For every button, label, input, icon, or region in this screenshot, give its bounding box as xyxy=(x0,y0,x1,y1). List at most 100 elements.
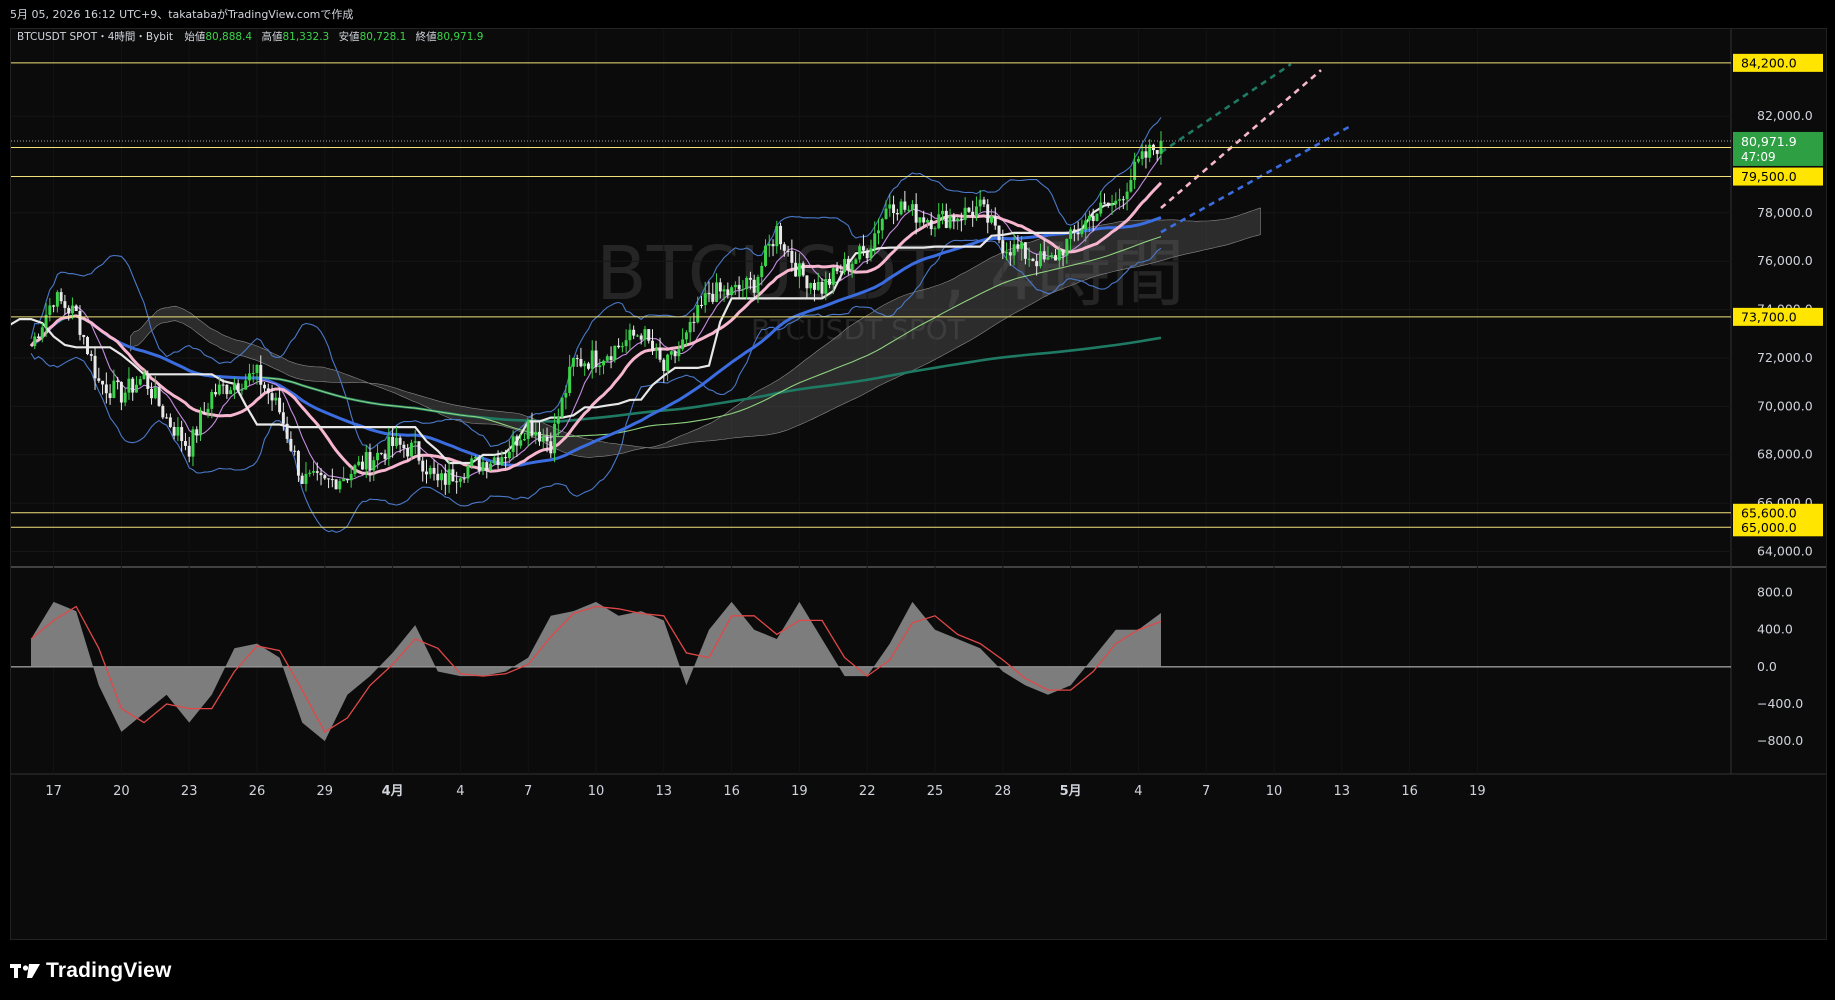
candle-body xyxy=(571,358,575,367)
candle-body xyxy=(771,244,775,247)
candle-body xyxy=(232,383,236,391)
time-tick-label: 25 xyxy=(927,784,944,799)
osc-tick-label: 400.0 xyxy=(1757,622,1793,637)
candle-body xyxy=(500,457,504,466)
price-tick-label: 64,000.0 xyxy=(1757,543,1813,558)
candle-body xyxy=(67,307,71,314)
candle-body xyxy=(319,472,323,476)
candle-body xyxy=(1133,161,1137,181)
candle-body xyxy=(74,305,78,312)
chart-area[interactable]: BTCUSDT, 4時間 BTCUSDT SPOT 64,000.0 66,000… xyxy=(0,28,1827,940)
candle-body xyxy=(37,336,41,339)
candle-body xyxy=(78,311,82,335)
candle-body xyxy=(55,292,59,307)
candle-body xyxy=(1005,252,1009,254)
candle-body xyxy=(843,258,847,272)
candle-body xyxy=(1008,252,1012,256)
candle-body xyxy=(1129,180,1133,192)
footer[interactable]: TradingView xyxy=(10,958,172,984)
candle-body xyxy=(681,339,685,350)
candle-body xyxy=(327,478,331,480)
time-tick-label: 26 xyxy=(249,784,266,799)
candle-body xyxy=(628,329,632,341)
candle-body xyxy=(138,379,142,385)
candle-body xyxy=(82,334,86,338)
candle-body xyxy=(760,265,764,277)
candle-body xyxy=(937,214,941,229)
candle-body xyxy=(255,364,259,373)
candle-body xyxy=(733,284,737,288)
chart-svg[interactable]: BTCUSDT, 4時間 BTCUSDT SPOT 64,000.066,000… xyxy=(0,29,1826,939)
candle-body xyxy=(417,441,421,461)
candle-body xyxy=(560,397,564,418)
candle-body xyxy=(466,466,470,479)
candle-body xyxy=(1050,255,1054,258)
candle-body xyxy=(982,199,986,205)
candle-body xyxy=(289,438,293,451)
candle-body xyxy=(794,262,798,277)
candle-body xyxy=(624,340,628,347)
candle-body xyxy=(123,392,127,403)
candle-body xyxy=(93,355,97,379)
legend-close: 80,971.9 xyxy=(437,31,484,43)
time-axis[interactable]: 17 20 23 26 29 4月 4 7 10 13 16 19 22 25 28 5月 4 7 10 13 16 19 xyxy=(45,784,1485,799)
legend-open: 80,888.4 xyxy=(205,31,252,43)
candle-body xyxy=(187,445,191,457)
candle-body xyxy=(368,452,372,471)
candle-body xyxy=(666,354,670,371)
candle-body xyxy=(330,479,334,481)
price-tick-label: 82,000.0 xyxy=(1757,108,1813,123)
time-tick-label: 17 xyxy=(45,784,62,799)
candle-body xyxy=(635,335,639,337)
candle-body xyxy=(526,420,530,439)
candle-body xyxy=(903,201,907,210)
tradingview-logo-icon xyxy=(10,964,40,978)
candle-body xyxy=(489,463,493,471)
candle-body xyxy=(590,350,594,369)
candle-body xyxy=(440,473,444,481)
candle-body xyxy=(379,452,383,454)
candle-body xyxy=(647,329,651,341)
candle-body xyxy=(1121,199,1125,201)
candle-body xyxy=(575,358,579,360)
candle-body xyxy=(718,282,722,292)
candle-body xyxy=(1016,244,1020,249)
time-tick-label: 13 xyxy=(656,784,673,799)
candle-body xyxy=(300,475,304,484)
candle-body xyxy=(312,471,315,473)
time-tick-label: 19 xyxy=(791,784,808,799)
candle-body xyxy=(507,451,511,459)
candle-body xyxy=(617,345,621,348)
legend-high: 81,332.3 xyxy=(282,31,329,43)
time-tick-label: 4 xyxy=(1134,784,1142,799)
candle-body xyxy=(534,431,538,436)
candle-body xyxy=(217,384,221,395)
candle-body xyxy=(933,228,937,230)
chart-frame: 5月 05, 2026 16:12 UTC+9、takatabaがTrading… xyxy=(0,0,1835,1000)
candle-body xyxy=(296,451,300,476)
candle-body xyxy=(511,436,515,452)
candle-body xyxy=(959,218,963,220)
candle-body xyxy=(229,390,233,395)
candle-body xyxy=(609,356,613,361)
candle-body xyxy=(210,392,214,409)
candle-body xyxy=(1046,257,1050,260)
candle-body xyxy=(387,436,391,459)
candle-body xyxy=(285,423,289,439)
candle-body xyxy=(481,462,485,471)
candle-body xyxy=(816,281,820,290)
oscillator-pane[interactable] xyxy=(11,568,1731,774)
candle-body xyxy=(522,438,526,441)
candle-body xyxy=(643,329,647,340)
level-label: 65,600.0 xyxy=(1741,505,1797,520)
candle-body xyxy=(726,289,730,296)
candle-body xyxy=(1106,202,1110,206)
countdown-label: 47:09 xyxy=(1741,150,1776,164)
candle-body xyxy=(846,258,850,271)
candle-body xyxy=(199,412,202,436)
level-label: 73,700.0 xyxy=(1741,309,1797,324)
candle-body xyxy=(639,335,643,340)
price-tick-label: 76,000.0 xyxy=(1757,253,1813,268)
price-axis[interactable]: 64,000.066,000.068,000.070,000.072,000.0… xyxy=(1733,53,1823,748)
candle-body xyxy=(504,457,508,459)
